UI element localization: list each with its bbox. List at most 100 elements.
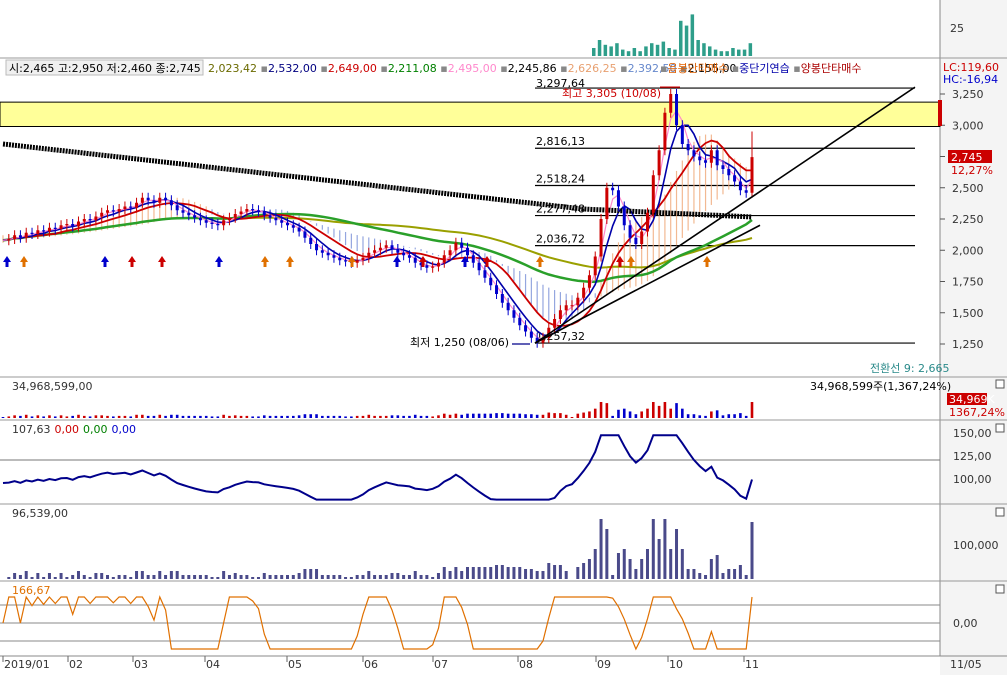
volume-bar [164,415,167,418]
volume-bar [30,416,34,418]
top-volume-bar [621,49,625,56]
ind2-bar [373,575,377,579]
candle-body [123,206,127,209]
candle-body [18,235,22,238]
ind2-bar [495,565,499,579]
date-tick-label: 09 [597,658,611,671]
candle-body [286,222,290,226]
candle-body [30,232,34,234]
volume-bar [112,416,115,418]
volume-bar [541,414,545,418]
legend-item: 중단기연습 [739,62,790,75]
volume-bar [106,415,109,418]
ind2-bar [117,575,121,579]
volume-bar [477,413,481,418]
ma-value: 2,023,42 [208,62,257,75]
date-tick-label: 05 [288,658,302,671]
ind3-tick: 0,00 [953,617,978,630]
candle-body [733,175,737,182]
ind2-bar [222,571,226,579]
candle-body [500,294,504,303]
ind2-bar [303,569,307,579]
volume-bar [19,415,22,418]
candle-body [616,190,620,207]
volume-bar [704,415,707,418]
candle-body [106,210,110,213]
ind2-bar [465,567,469,579]
candle-body [233,214,237,218]
volume-bar [750,402,754,418]
ind2-bar [198,575,202,579]
ind2-bar [471,567,475,579]
candle-body [704,160,708,163]
candle-body [570,305,574,307]
top-volume-bar [655,44,660,56]
ind2-bar [187,575,191,579]
ind3-value: 166,67 [12,584,51,597]
volume-bar [71,415,74,418]
volume-bar [94,415,98,418]
ma-value: 2,626,25 [568,62,617,75]
candle-body [506,302,510,311]
volume-bar [727,414,731,418]
candle-body [436,262,440,267]
top-volume-bar [725,51,729,56]
stock-chart[interactable]: 25 2,816,132,518,242,277,482,036,721,257… [0,0,1007,675]
candle-body [47,227,51,232]
volume-bar [698,415,702,418]
ind2-bar [727,569,731,579]
ind2-bar [616,553,620,579]
volume-bar [489,413,493,418]
volume-bar [640,411,643,418]
volume-bar [657,405,661,418]
candle-body [373,250,377,253]
candle-body [291,225,295,228]
top-volume-bar [597,40,602,56]
candle-body [338,257,342,261]
candle-body [605,187,609,219]
ind2-bar [7,577,11,579]
candle-body [495,285,499,294]
candle-body [7,239,11,241]
volume-bar [506,413,510,418]
top-volume-bar [609,46,613,56]
candle-body [686,144,690,151]
candle-body [715,150,719,166]
fib-label: 2,816,13 [536,135,585,148]
candle-body [524,325,528,332]
legend-item: 음봉단타매수 [667,62,728,75]
ind2-bar [512,567,516,579]
ind2-bar [529,569,533,579]
candle-body [245,209,249,212]
ind2-bar [193,575,197,579]
ind2-tick: 100,000 [953,539,999,552]
ind2-bar [158,571,162,579]
ind2-bar [338,575,342,579]
ind1-value: 0,00 [112,423,137,436]
ind2-bar [88,577,92,579]
volume-bar [518,413,522,418]
volume-bar [53,416,57,418]
volume-bar [448,414,452,418]
candle-body [675,94,679,126]
candle-body [158,197,162,203]
volume-bar [739,413,742,418]
volume-bar [396,415,400,418]
candle-body [198,217,202,221]
last-price: 2,745 [951,151,983,164]
volume-bar [280,415,283,418]
ind1-values: 107,63 0,00 0,00 0,00 [12,423,136,436]
candle-body [169,200,173,206]
volume-bar [437,415,440,418]
ind2-bar [286,575,290,579]
ind2-bar [396,573,400,579]
ind2-bar [750,522,754,579]
ind2-bar [634,569,638,579]
volume-bar [204,415,208,418]
volume-bar [326,415,330,418]
ind2-bar [442,567,446,579]
volume-bar [135,414,138,418]
candle-body [564,305,568,311]
candle-body [181,210,185,213]
volume-bar [297,415,301,418]
